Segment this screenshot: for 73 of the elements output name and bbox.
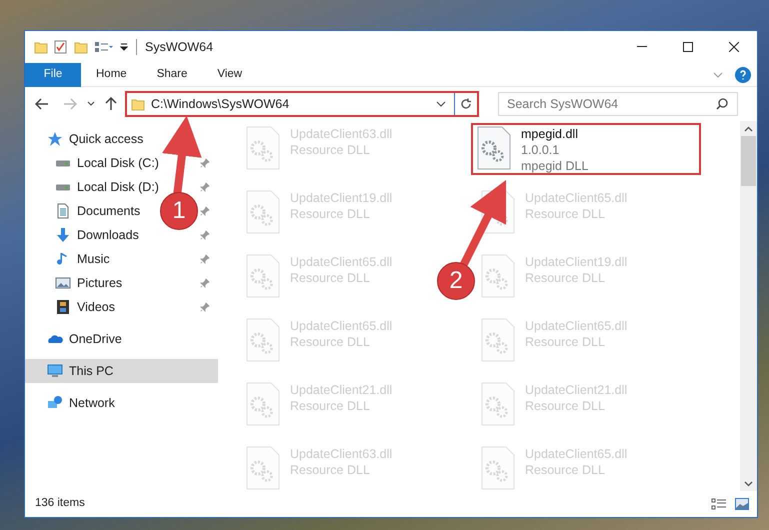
drive-icon <box>55 160 71 166</box>
large-icons-view-icon[interactable] <box>735 498 749 510</box>
ribbon-tab[interactable]: File <box>25 62 81 86</box>
scrollbar[interactable] <box>740 121 757 491</box>
item-count: 136 items <box>35 496 85 512</box>
file-name: mpegid.dll <box>521 126 579 142</box>
gear-file-icon <box>246 190 280 234</box>
folder-icon <box>34 40 48 54</box>
computer-icon <box>47 363 63 379</box>
details-view-icon[interactable] <box>711 498 727 510</box>
new-folder-icon <box>74 40 88 54</box>
scroll-down-icon[interactable] <box>744 481 753 487</box>
pin-icon[interactable] <box>200 158 210 168</box>
star-icon <box>47 131 63 147</box>
sidebar-item[interactable]: Documents <box>55 199 140 223</box>
address-path: C:\Windows\SysWOW64 <box>151 96 290 113</box>
gear-file-icon <box>246 382 280 426</box>
picture-icon <box>55 275 71 291</box>
caret-icon[interactable] <box>120 42 128 52</box>
gear-file-icon <box>477 126 511 170</box>
file-version: 1.0.0.1 <box>521 142 560 158</box>
pin-icon[interactable] <box>200 206 210 216</box>
network-icon <box>47 395 63 411</box>
gear-file-icon <box>246 254 280 298</box>
refresh-icon[interactable] <box>460 98 472 110</box>
sidebar-item[interactable]: Network <box>47 391 115 415</box>
gear-file-icon <box>246 318 280 362</box>
sidebar-item[interactable]: Local Disk (D:) <box>55 175 159 199</box>
gear-file-icon <box>481 318 515 362</box>
film-icon <box>55 299 71 315</box>
file-description: mpegid DLL <box>521 158 588 174</box>
search-icon[interactable] <box>716 98 728 110</box>
sidebar-item[interactable]: Videos <box>55 295 115 319</box>
gear-file-icon <box>481 382 515 426</box>
up-arrow-icon[interactable] <box>105 97 117 111</box>
pin-icon[interactable] <box>200 278 210 288</box>
gear-file-icon <box>481 446 515 490</box>
gear-file-icon <box>481 254 515 298</box>
minimize-icon <box>637 46 647 48</box>
file-tile[interactable]: mpegid.dll 1.0.0.1 mpegid DLL <box>473 125 699 173</box>
chevron-down-icon[interactable] <box>436 101 446 107</box>
scrollbar-thumb[interactable] <box>741 136 756 186</box>
sidebar-item[interactable]: Local Disk (C:) <box>55 151 159 175</box>
view-options-icon[interactable] <box>94 40 114 54</box>
close-icon <box>729 42 739 52</box>
drive-icon <box>55 184 71 190</box>
sidebar-item[interactable]: Pictures <box>55 271 122 295</box>
maximize-icon <box>683 42 693 52</box>
pin-icon[interactable] <box>200 230 210 240</box>
help-icon[interactable] <box>735 66 751 82</box>
gear-file-icon <box>246 126 280 170</box>
folder-icon <box>131 97 145 111</box>
pin-icon[interactable] <box>200 182 210 192</box>
ribbon-tab[interactable]: Share <box>142 62 202 86</box>
pin-icon[interactable] <box>200 254 210 264</box>
pin-icon[interactable] <box>200 302 210 312</box>
sidebar-item[interactable]: Music <box>55 247 110 271</box>
back-arrow-icon[interactable] <box>35 98 49 110</box>
chevron-down-icon[interactable] <box>87 101 95 107</box>
ribbon-tab[interactable]: View <box>202 62 258 86</box>
gear-file-icon <box>481 190 515 234</box>
download-arrow-icon <box>55 227 71 243</box>
scroll-up-icon[interactable] <box>744 126 753 132</box>
gear-file-icon <box>246 446 280 490</box>
window-title: SysWOW64 <box>145 38 214 56</box>
ribbon-tab[interactable]: Home <box>81 62 142 86</box>
properties-icon[interactable] <box>54 40 68 54</box>
sidebar-item[interactable]: Downloads <box>55 223 139 247</box>
search-field[interactable]: Search SysWOW64 <box>498 92 738 116</box>
sidebar-item[interactable]: OneDrive <box>47 327 122 351</box>
address-bar[interactable]: C:\Windows\SysWOW64 <box>125 91 479 117</box>
sidebar-item[interactable]: Quick access <box>47 127 144 151</box>
document-icon <box>55 203 71 219</box>
